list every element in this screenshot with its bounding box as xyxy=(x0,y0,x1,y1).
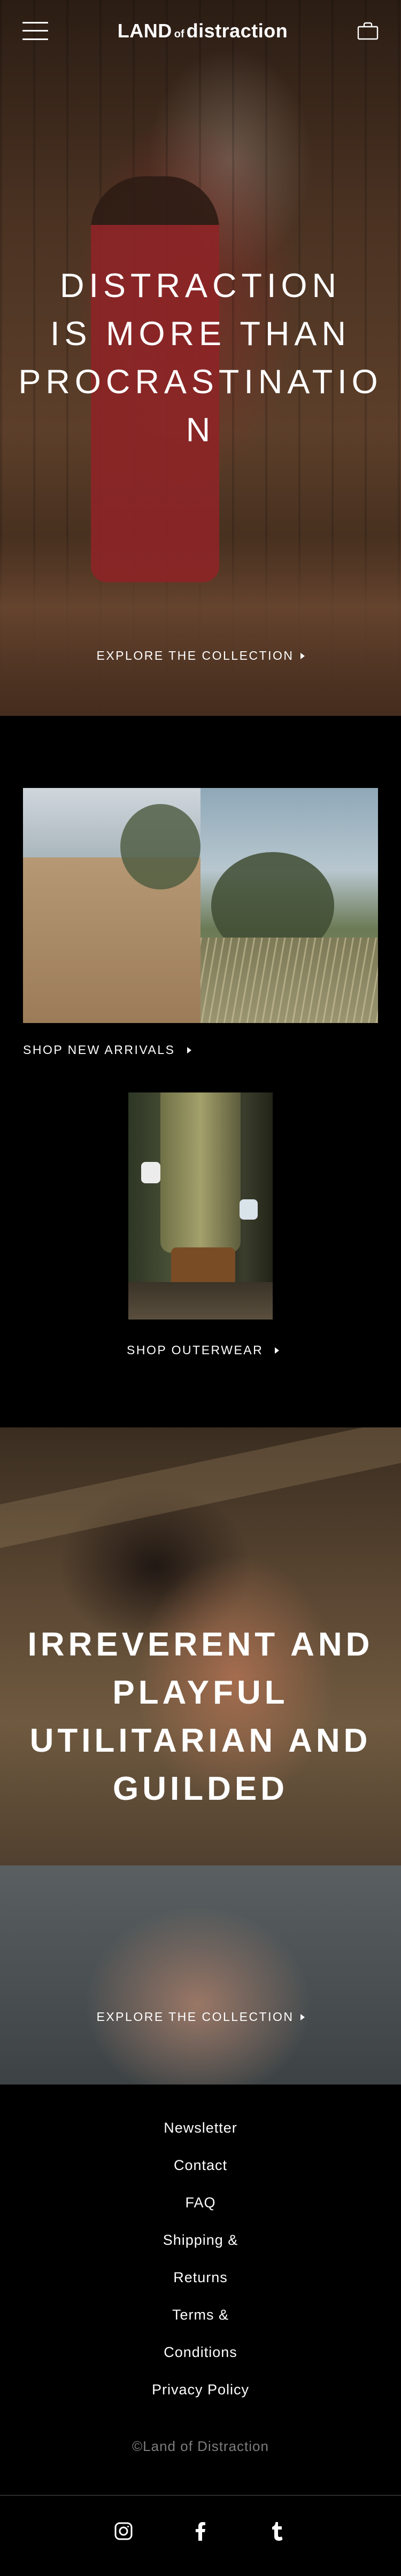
hero-title-line-4: N xyxy=(186,411,215,449)
instagram-icon[interactable] xyxy=(112,2519,135,2543)
footer-divider xyxy=(0,2495,401,2496)
explore-collection-link-2[interactable]: EXPLORE THE COLLECTION xyxy=(0,2010,401,2024)
shopping-bag-icon[interactable] xyxy=(357,22,379,40)
chevron-right-icon xyxy=(300,652,305,659)
footer-link-privacy[interactable]: Privacy Policy xyxy=(0,2371,401,2408)
hamburger-menu-icon[interactable] xyxy=(22,21,48,40)
new-arrivals-images[interactable] xyxy=(23,788,378,1023)
chevron-right-icon xyxy=(300,2013,305,2020)
site-logo[interactable]: LAND of distraction xyxy=(118,20,288,42)
footer-link-newsletter[interactable]: Newsletter xyxy=(0,2109,401,2146)
logo-land: LAND xyxy=(117,19,172,42)
secondary-hero-title-line-3: UTILITARIAN AND xyxy=(29,1722,372,1759)
explore-collection-link[interactable]: EXPLORE THE COLLECTION xyxy=(0,649,401,663)
shop-outerwear-link[interactable]: SHOP OUTERWEAR xyxy=(127,1343,280,1357)
explore-collection-label-2: EXPLORE THE COLLECTION xyxy=(96,2010,294,2024)
footer-link-terms[interactable]: Terms & xyxy=(0,2296,401,2333)
new-arrivals-image-model[interactable] xyxy=(23,788,200,1023)
social-links xyxy=(0,2519,401,2543)
shop-new-arrivals-label: SHOP NEW ARRIVALS xyxy=(23,1043,175,1057)
footer-link-returns[interactable]: Returns xyxy=(0,2259,401,2296)
footer-link-conditions[interactable]: Conditions xyxy=(0,2333,401,2371)
site-header: LAND of distraction xyxy=(0,0,401,61)
explore-collection-label: EXPLORE THE COLLECTION xyxy=(96,649,294,662)
hero-title-line-3: PROCRASTINATIO xyxy=(18,363,383,401)
secondary-hero-title-line-2: PLAYFUL xyxy=(112,1674,289,1711)
shop-outerwear-label: SHOP OUTERWEAR xyxy=(127,1343,264,1357)
secondary-hero-title: IRREVERENT AND PLAYFUL UTILITARIAN AND G… xyxy=(0,1621,401,1813)
footer-nav: Newsletter Contact FAQ Shipping & Return… xyxy=(0,2109,401,2408)
chevron-right-icon xyxy=(187,1047,191,1053)
shop-new-arrivals-link[interactable]: SHOP NEW ARRIVALS xyxy=(23,1043,191,1057)
hero-title: DISTRACTION IS MORE THAN PROCRASTINATIO … xyxy=(0,262,401,454)
hero-title-line-2: IS MORE THAN xyxy=(50,315,351,353)
facebook-icon[interactable] xyxy=(189,2519,212,2543)
logo-of: of xyxy=(174,28,184,40)
logo-distraction: distraction xyxy=(186,19,288,42)
footer-link-faq[interactable]: FAQ xyxy=(0,2184,401,2221)
tumblr-icon[interactable] xyxy=(266,2519,289,2543)
secondary-hero-model-jacket xyxy=(0,1865,401,2085)
footer-link-shipping[interactable]: Shipping & xyxy=(0,2221,401,2259)
copyright-text: ©Land of Distraction xyxy=(132,2438,269,2454)
footer-link-contact[interactable]: Contact xyxy=(0,2146,401,2184)
secondary-hero-title-line-1: IRREVERENT AND xyxy=(27,1626,374,1663)
new-arrivals-image-landscape[interactable] xyxy=(200,788,378,1023)
secondary-hero-beam xyxy=(0,1427,401,1552)
secondary-hero-title-line-4: GUILDED xyxy=(113,1770,288,1807)
hero-title-line-1: DISTRACTION xyxy=(59,267,341,305)
outerwear-image[interactable] xyxy=(128,1092,273,1320)
chevron-right-icon xyxy=(275,1347,280,1354)
